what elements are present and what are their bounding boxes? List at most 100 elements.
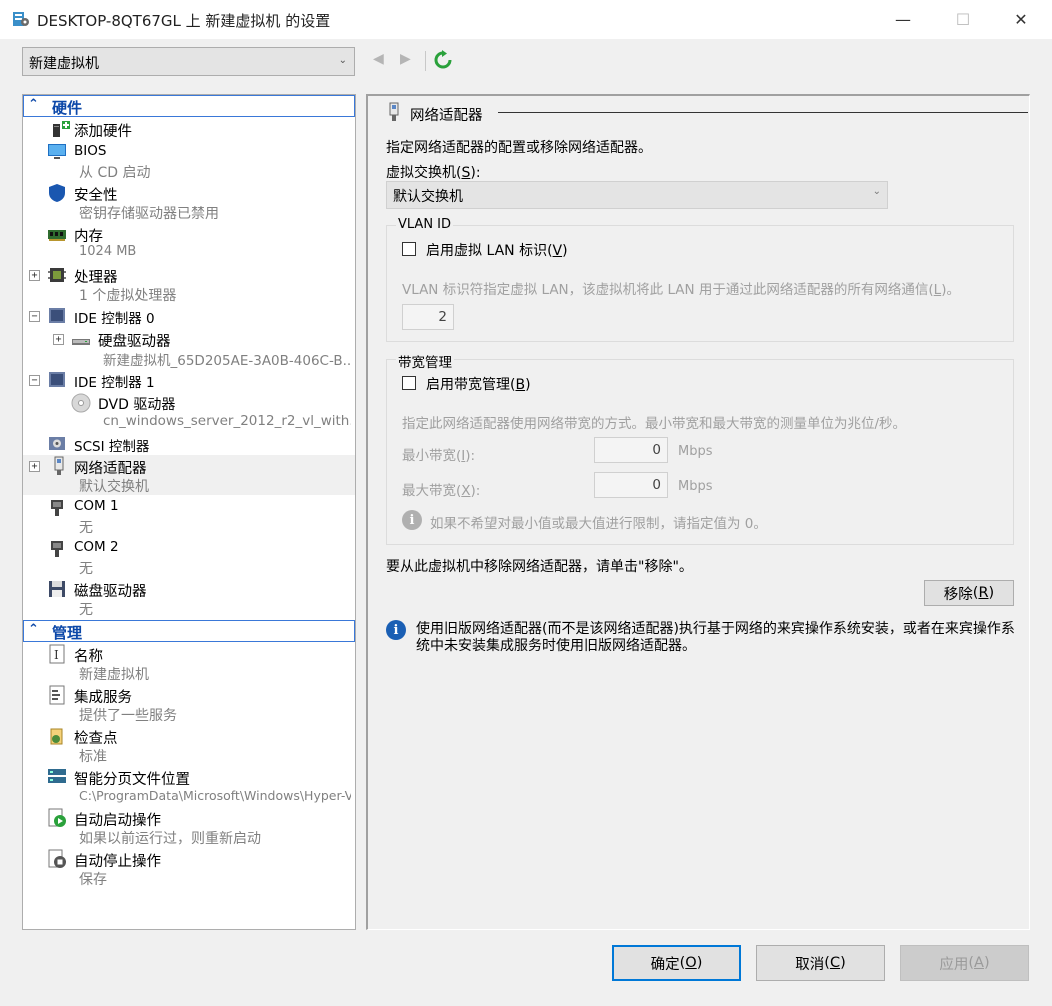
virtual-switch-dropdown[interactable]: 默认交换机 ⌄ <box>386 181 888 209</box>
chevron-down-icon: ⌄ <box>338 55 347 66</box>
info-icon: i <box>386 620 406 640</box>
max-bandwidth-unit: Mbps <box>678 479 713 494</box>
vlan-enable-label[interactable]: 启用虚拟 LAN 标识(V) <box>426 240 568 260</box>
tree-item-bios[interactable]: BIOS 从 CD 启动 <box>23 141 355 181</box>
tree-item-scsi-controller[interactable]: SCSI 控制器 <box>23 433 355 455</box>
tree-item-network-adapter[interactable]: + 网络适配器 默认交换机 <box>23 455 355 495</box>
tree-item-label: 自动启动操作 <box>74 813 161 829</box>
collapse-minus-icon[interactable]: − <box>29 375 40 386</box>
tree-item-hard-drive[interactable]: + 硬盘驱动器 新建虚拟机_65D205AE-3A0B-406C-B... <box>23 328 355 369</box>
management-header-label: 管理 <box>52 624 83 642</box>
bandwidth-enable-label[interactable]: 启用带宽管理(B) <box>426 374 531 394</box>
tree-item-label: IDE 控制器 1 <box>74 375 155 391</box>
tree-item-label: BIOS <box>74 143 107 159</box>
tree-item-detail: 密钥存储驱动器已禁用 <box>79 206 219 222</box>
tree-item-label: 处理器 <box>74 270 118 286</box>
tree-item-label: 检查点 <box>74 731 118 747</box>
paging-file-icon <box>47 767 67 787</box>
serial-port-icon <box>47 498 67 518</box>
auto-start-icon <box>47 808 67 828</box>
tree-item-auto-start[interactable]: 自动启动操作 如果以前运行过，则重新启动 <box>23 807 355 847</box>
monitor-icon <box>47 142 67 162</box>
minimize-button[interactable]: — <box>880 0 926 39</box>
name-document-icon: I <box>47 644 67 664</box>
refresh-icon[interactable] <box>433 50 453 74</box>
tree-item-dvd-drive[interactable]: DVD 驱动器 cn_windows_server_2012_r2_vl_wit… <box>23 392 355 432</box>
chevron-down-icon: ⌄ <box>872 186 881 197</box>
auto-stop-icon <box>47 849 67 869</box>
tree-item-security[interactable]: 安全性 密钥存储驱动器已禁用 <box>23 182 355 222</box>
tree-item-add-hardware[interactable]: 添加硬件 <box>23 119 355 141</box>
ide-controller-icon <box>47 306 67 326</box>
tree-item-ide-controller-0[interactable]: − IDE 控制器 0 <box>23 305 355 327</box>
tree-item-label: 磁盘驱动器 <box>74 584 147 600</box>
vlan-id-input[interactable]: 2 <box>402 304 454 330</box>
expand-plus-icon[interactable]: + <box>53 334 64 345</box>
maximize-button[interactable]: ☐ <box>940 0 986 39</box>
panel-heading: 网络适配器 <box>410 108 483 124</box>
remove-button[interactable]: 移除(R) <box>924 580 1014 606</box>
expand-plus-icon[interactable]: + <box>29 270 40 281</box>
tree-item-name[interactable]: I 名称 新建虚拟机 <box>23 643 355 683</box>
integration-services-icon <box>47 685 67 705</box>
tree-item-detail: cn_windows_server_2012_r2_vl_with... <box>103 413 351 429</box>
tree-item-com1[interactable]: COM 1 无 <box>23 496 355 536</box>
management-section-header[interactable]: ⌃ 管理 <box>23 620 355 642</box>
tree-item-com2[interactable]: COM 2 无 <box>23 537 355 577</box>
tree-item-smart-paging[interactable]: 智能分页文件位置 C:\ProgramData\Microsoft\Window… <box>23 766 355 806</box>
hardware-header-label: 硬件 <box>52 99 83 117</box>
tree-item-integration-services[interactable]: 集成服务 提供了一些服务 <box>23 684 355 724</box>
hardware-section-header[interactable]: ⌃ 硬件 <box>23 95 355 117</box>
tree-item-detail: 新建虚拟机_65D205AE-3A0B-406C-B... <box>103 353 351 369</box>
tree-item-detail: 提供了一些服务 <box>79 708 177 724</box>
checkpoint-icon <box>47 726 67 746</box>
title-bar: DESKTOP-8QT67GL 上 新建虚拟机 的设置 — ☐ ✕ <box>0 0 1052 39</box>
serial-port-icon <box>47 539 67 559</box>
tree-item-label: 网络适配器 <box>74 461 147 477</box>
tree-item-detail: 从 CD 启动 <box>79 165 151 181</box>
expand-plus-icon[interactable]: + <box>29 461 40 472</box>
tree-item-detail: 1 个虚拟处理器 <box>79 288 177 304</box>
tree-item-label: COM 1 <box>74 498 119 514</box>
tree-item-processor[interactable]: + 处理器 1 个虚拟处理器 <box>23 264 355 304</box>
tree-item-ide-controller-1[interactable]: − IDE 控制器 1 <box>23 369 355 391</box>
bandwidth-enable-checkbox[interactable] <box>402 376 416 390</box>
ide-controller-icon <box>47 370 67 390</box>
window-title: DESKTOP-8QT67GL 上 新建虚拟机 的设置 <box>37 12 331 30</box>
settings-tree: ⌃ 硬件 添加硬件 BIOS 从 CD 启动 安全性 密钥存储驱动器已禁用 内存… <box>22 94 356 930</box>
tree-item-checkpoints[interactable]: 检查点 标准 <box>23 725 355 765</box>
tree-item-detail: 保存 <box>79 872 107 888</box>
collapse-minus-icon[interactable]: − <box>29 311 40 322</box>
svg-text:I: I <box>54 648 59 662</box>
collapse-chevron-icon[interactable]: ⌃ <box>28 97 39 112</box>
tree-item-label: 添加硬件 <box>74 124 132 140</box>
processor-icon <box>47 265 67 285</box>
tree-item-label: 集成服务 <box>74 690 132 706</box>
tree-item-memory[interactable]: 内存 1024 MB <box>23 223 355 263</box>
min-bandwidth-label: 最小带宽(I): <box>402 448 476 464</box>
min-bandwidth-input[interactable]: 0 <box>594 437 668 463</box>
forward-arrow-icon[interactable]: ▶ <box>400 51 411 67</box>
collapse-chevron-icon[interactable]: ⌃ <box>28 622 39 637</box>
heading-rule <box>498 112 1028 113</box>
apply-button[interactable]: 应用(A) <box>900 945 1029 981</box>
vm-selector-value: 新建虚拟机 <box>29 56 99 72</box>
vlan-description: VLAN 标识符指定虚拟 LAN，该虚拟机将此 LAN 用于通过此网络适配器的所… <box>402 282 960 298</box>
tree-item-diskette-drive[interactable]: 磁盘驱动器 无 <box>23 578 355 618</box>
remove-instruction: 要从此虚拟机中移除网络适配器，请单击"移除"。 <box>386 559 693 575</box>
tree-item-label: 硬盘驱动器 <box>98 334 171 350</box>
cancel-button[interactable]: 取消(C) <box>756 945 885 981</box>
vlan-enable-checkbox[interactable] <box>402 242 416 256</box>
tree-item-label: 名称 <box>74 649 103 665</box>
tree-item-detail: 无 <box>79 520 93 536</box>
back-arrow-icon[interactable]: ◀ <box>373 51 384 67</box>
panel-description: 指定网络适配器的配置或移除网络适配器。 <box>386 140 652 156</box>
vm-selector-dropdown[interactable]: 新建虚拟机 ⌄ <box>22 47 355 76</box>
tree-item-detail: 无 <box>79 602 93 618</box>
tree-item-label: SCSI 控制器 <box>74 439 150 455</box>
max-bandwidth-input[interactable]: 0 <box>594 472 668 498</box>
ok-button[interactable]: 确定(O) <box>612 945 741 981</box>
tree-item-detail: 默认交换机 <box>79 479 149 495</box>
tree-item-auto-stop[interactable]: 自动停止操作 保存 <box>23 848 355 888</box>
close-button[interactable]: ✕ <box>998 0 1044 39</box>
